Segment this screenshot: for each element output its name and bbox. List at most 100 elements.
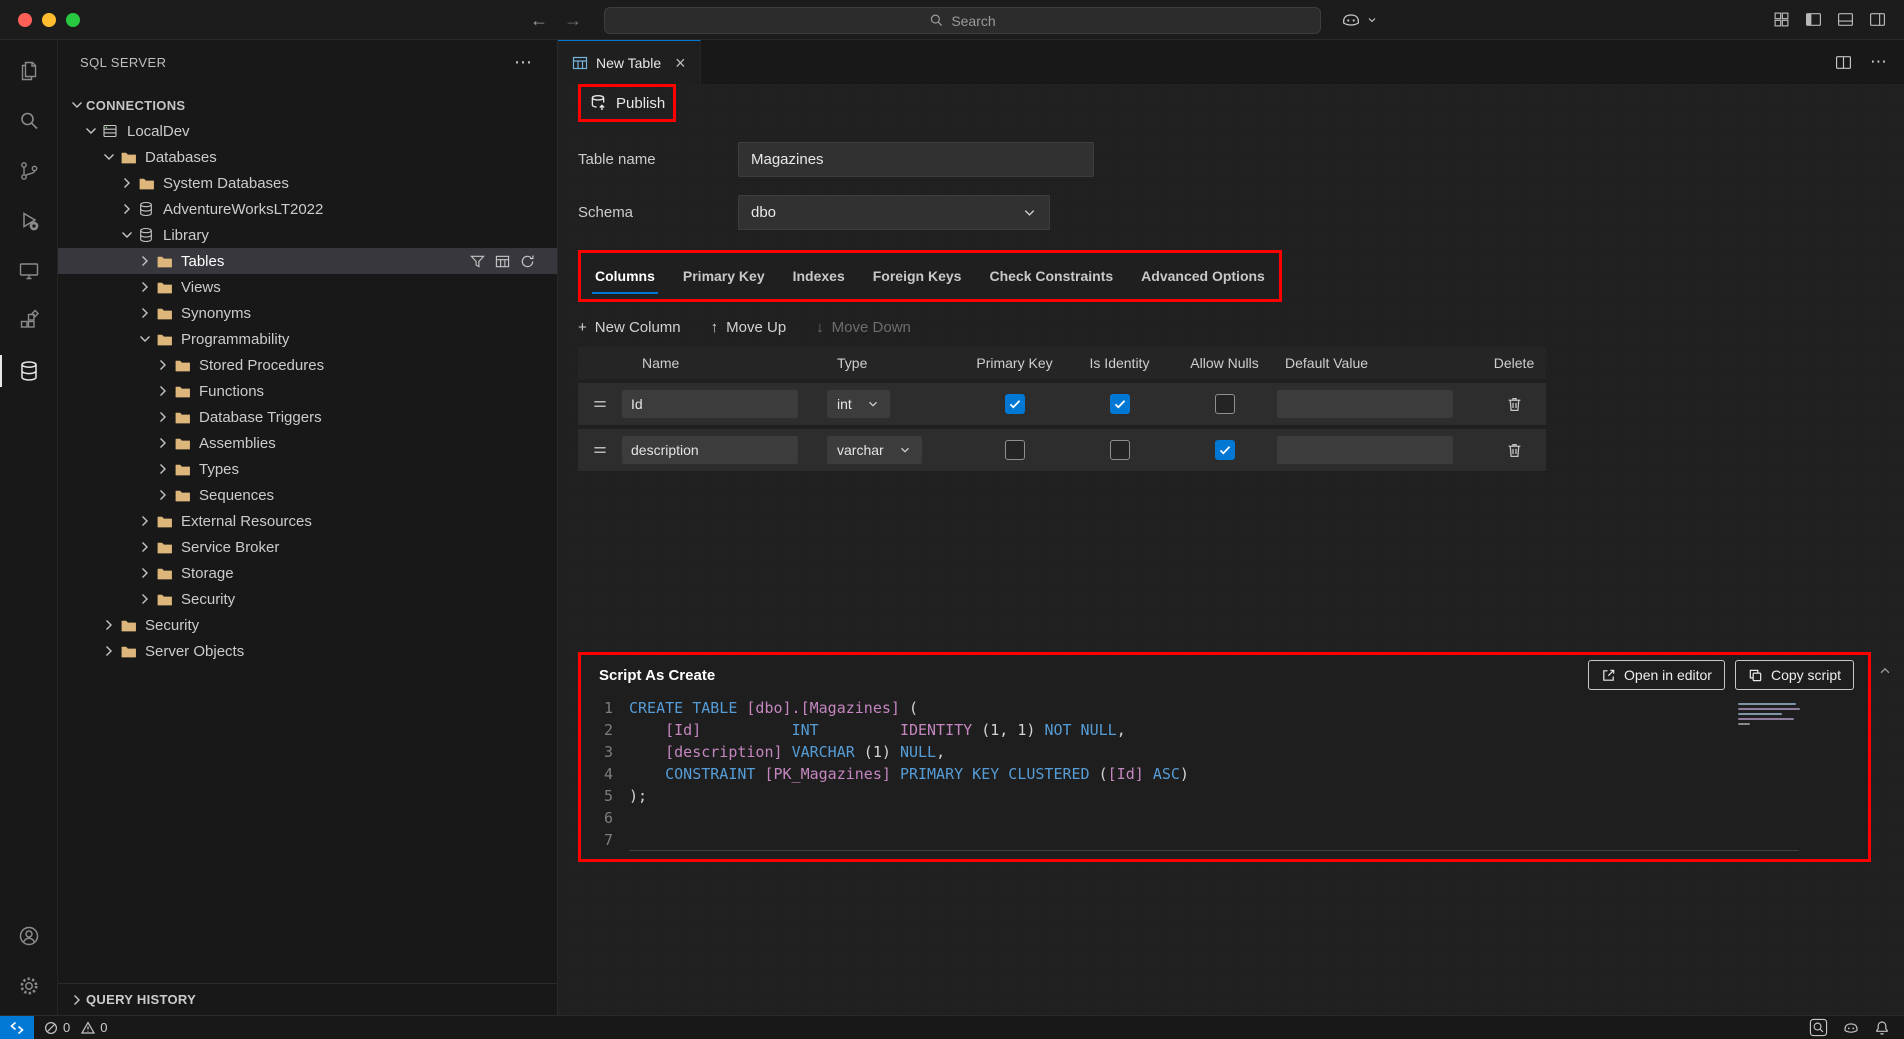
activity-item-accounts[interactable] bbox=[0, 911, 58, 961]
activity-item-search[interactable] bbox=[0, 96, 58, 146]
tree-item-sequences[interactable]: Sequences bbox=[58, 482, 557, 508]
folder-icon bbox=[154, 253, 174, 270]
allow-nulls-checkbox[interactable] bbox=[1215, 394, 1235, 414]
designer-tab-foreign-keys[interactable]: Foreign Keys bbox=[859, 253, 976, 299]
primary-key-checkbox[interactable] bbox=[1005, 440, 1025, 460]
annotation-script-panel: Script As Create Open in editor bbox=[578, 652, 1871, 862]
column-name-input[interactable] bbox=[622, 390, 798, 418]
activity-item-extensions[interactable] bbox=[0, 296, 58, 346]
code-line-6: 6 bbox=[581, 807, 1868, 829]
tree-item-label: Library bbox=[163, 227, 209, 244]
toggle-panel-icon[interactable] bbox=[1837, 11, 1854, 28]
column-name-input[interactable] bbox=[622, 436, 798, 464]
move-up-button[interactable]: ↑ Move Up bbox=[711, 319, 787, 336]
primary-key-checkbox[interactable] bbox=[1005, 394, 1025, 414]
designer-tab-primary-key[interactable]: Primary Key bbox=[669, 253, 779, 299]
zoom-icon[interactable] bbox=[1809, 1018, 1828, 1037]
tree-item-functions[interactable]: Functions bbox=[58, 378, 557, 404]
tree-item-localdev[interactable]: LocalDev bbox=[58, 118, 557, 144]
tree-item-library[interactable]: Library bbox=[58, 222, 557, 248]
tab-new-table[interactable]: New Table × bbox=[558, 40, 701, 84]
database-icon bbox=[17, 359, 41, 383]
default-value-input[interactable] bbox=[1277, 436, 1453, 464]
back-button[interactable]: ← bbox=[530, 10, 548, 31]
refresh-icon[interactable] bbox=[520, 254, 535, 269]
tree-item-service-broker[interactable]: Service Broker bbox=[58, 534, 557, 560]
schema-select[interactable]: dbo bbox=[738, 195, 1050, 230]
table-name-input[interactable] bbox=[738, 142, 1094, 177]
problems-status[interactable]: 0 0 bbox=[44, 1020, 113, 1035]
column-type-select[interactable]: varchar bbox=[827, 436, 922, 464]
activity-item-explorer[interactable] bbox=[0, 46, 58, 96]
tree-item-label: Views bbox=[181, 279, 221, 296]
customize-layout-grid-icon[interactable] bbox=[1773, 11, 1790, 28]
copilot-menu[interactable] bbox=[1340, 8, 1378, 32]
script-code-editor[interactable]: 1CREATE TABLE [dbo].[Magazines] (2 [Id] … bbox=[581, 697, 1868, 851]
activity-item-source-control[interactable] bbox=[0, 146, 58, 196]
copy-script-button[interactable]: Copy script bbox=[1735, 660, 1854, 690]
close-window-button[interactable] bbox=[18, 13, 32, 27]
connections-section-header[interactable]: CONNECTIONS bbox=[58, 92, 557, 118]
query-history-section-header[interactable]: QUERY HISTORY bbox=[58, 983, 557, 1015]
is-identity-checkbox[interactable] bbox=[1110, 394, 1130, 414]
tree-item-synonyms[interactable]: Synonyms bbox=[58, 300, 557, 326]
minimize-window-button[interactable] bbox=[42, 13, 56, 27]
maximize-window-button[interactable] bbox=[66, 13, 80, 27]
activity-item-run-debug[interactable] bbox=[0, 196, 58, 246]
tree-item-security[interactable]: Security bbox=[58, 586, 557, 612]
default-value-input[interactable] bbox=[1277, 390, 1453, 418]
tree-item-databases[interactable]: Databases bbox=[58, 144, 557, 170]
delete-row-trash-icon[interactable] bbox=[1506, 442, 1523, 459]
drag-handle-icon[interactable] bbox=[591, 395, 609, 413]
tree-item-types[interactable]: Types bbox=[58, 456, 557, 482]
tree-item-adventureworkslt2022[interactable]: AdventureWorksLT2022 bbox=[58, 196, 557, 222]
tree-item-stored-procedures[interactable]: Stored Procedures bbox=[58, 352, 557, 378]
copy-icon bbox=[1748, 668, 1763, 683]
tree-item-tables[interactable]: Tables bbox=[58, 248, 557, 274]
open-in-editor-button[interactable]: Open in editor bbox=[1588, 660, 1725, 690]
close-tab-icon[interactable]: × bbox=[675, 54, 686, 72]
tree-item-assemblies[interactable]: Assemblies bbox=[58, 430, 557, 456]
tree-item-label: Stored Procedures bbox=[199, 357, 324, 374]
delete-row-trash-icon[interactable] bbox=[1506, 396, 1523, 413]
more-actions-icon[interactable]: ⋯ bbox=[1870, 52, 1888, 72]
split-editor-icon[interactable] bbox=[1835, 54, 1852, 71]
tree-item-views[interactable]: Views bbox=[58, 274, 557, 300]
command-center-search[interactable]: Search bbox=[604, 7, 1321, 34]
tree-item-programmability[interactable]: Programmability bbox=[58, 326, 557, 352]
folder-icon bbox=[154, 279, 174, 296]
designer-tab-check-constraints[interactable]: Check Constraints bbox=[975, 253, 1127, 299]
script-panel-actions: Open in editor Copy script bbox=[1588, 660, 1854, 690]
copilot-icon[interactable] bbox=[1842, 1019, 1860, 1037]
tree-item-external-resources[interactable]: External Resources bbox=[58, 508, 557, 534]
tree-item-label: System Databases bbox=[163, 175, 289, 192]
is-identity-checkbox[interactable] bbox=[1110, 440, 1130, 460]
designer-tab-columns[interactable]: Columns bbox=[581, 253, 669, 299]
remote-indicator[interactable] bbox=[0, 1016, 34, 1039]
tree-item-server-objects[interactable]: Server Objects bbox=[58, 638, 557, 664]
filter-icon[interactable] bbox=[470, 254, 485, 269]
chevron-down-icon bbox=[82, 123, 100, 139]
drag-handle-icon[interactable] bbox=[591, 441, 609, 459]
tree-item-database-triggers[interactable]: Database Triggers bbox=[58, 404, 557, 430]
column-type-select[interactable]: int bbox=[827, 390, 890, 418]
activity-item-sql-server[interactable] bbox=[0, 346, 58, 396]
designer-tab-indexes[interactable]: Indexes bbox=[779, 253, 859, 299]
tree-item-storage[interactable]: Storage bbox=[58, 560, 557, 586]
move-down-button[interactable]: ↓ Move Down bbox=[816, 319, 911, 336]
toggle-secondary-sidebar-icon[interactable] bbox=[1869, 11, 1886, 28]
new-column-button[interactable]: + New Column bbox=[578, 319, 681, 336]
activity-item-settings[interactable] bbox=[0, 961, 58, 1011]
new-table-icon[interactable] bbox=[495, 254, 510, 269]
publish-button[interactable]: Publish bbox=[589, 91, 665, 115]
sidebar-more-actions-icon[interactable]: ⋯ bbox=[514, 52, 533, 73]
toggle-primary-sidebar-icon[interactable] bbox=[1805, 11, 1822, 28]
forward-button[interactable]: → bbox=[564, 10, 582, 31]
designer-tab-advanced-options[interactable]: Advanced Options bbox=[1127, 253, 1279, 299]
tree-item-security[interactable]: Security bbox=[58, 612, 557, 638]
tree-item-system-databases[interactable]: System Databases bbox=[58, 170, 557, 196]
scroll-up-chevron-icon[interactable] bbox=[1878, 664, 1892, 683]
activity-item-remote-explorer[interactable] bbox=[0, 246, 58, 296]
notifications-bell-icon[interactable] bbox=[1874, 1020, 1890, 1036]
allow-nulls-checkbox[interactable] bbox=[1215, 440, 1235, 460]
